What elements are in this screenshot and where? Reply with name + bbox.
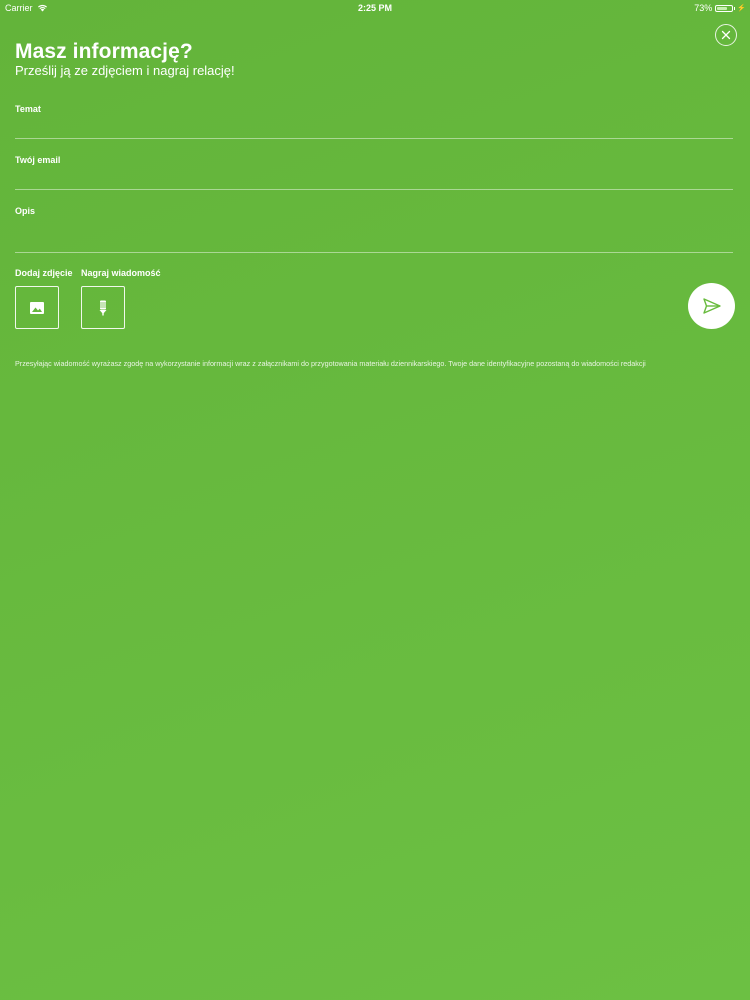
record-audio-button[interactable] (81, 286, 125, 329)
close-icon (721, 30, 731, 40)
record-audio-label: Nagraj wiadomość (81, 268, 161, 278)
page-subtitle: Prześlij ją ze zdjęciem i nagraj relację… (15, 63, 235, 78)
status-carrier: Carrier (5, 3, 48, 13)
wifi-icon (37, 4, 47, 12)
status-time: 2:25 PM (357, 3, 392, 13)
battery-fill (717, 6, 728, 10)
email-label: Twój email (15, 155, 61, 165)
battery-icon (715, 4, 734, 12)
consent-text: Przesyłając wiadomość wyrażasz zgodę na … (15, 359, 646, 368)
bolt-icon: ⚡ (737, 5, 746, 12)
status-battery: 73% ⚡ (694, 3, 746, 13)
image-icon (30, 301, 44, 314)
battery-percent: 73% (694, 3, 713, 13)
add-photo-label: Dodaj zdjęcie (15, 268, 73, 278)
battery-nub (734, 6, 736, 10)
description-label: Opis (15, 206, 36, 216)
send-button[interactable] (688, 283, 735, 329)
subject-label: Temat (15, 104, 41, 114)
send-icon (702, 298, 721, 314)
page-title: Masz informację? (15, 40, 193, 63)
close-button[interactable] (715, 24, 737, 46)
description-input[interactable] (15, 219, 733, 253)
email-input[interactable] (15, 168, 733, 190)
status-bar: Carrier 2:25 PM 73% ⚡ (0, 0, 750, 16)
microphone-icon (99, 300, 107, 315)
carrier-label: Carrier (5, 3, 33, 13)
add-photo-button[interactable] (15, 286, 59, 329)
subject-input[interactable] (15, 117, 733, 139)
